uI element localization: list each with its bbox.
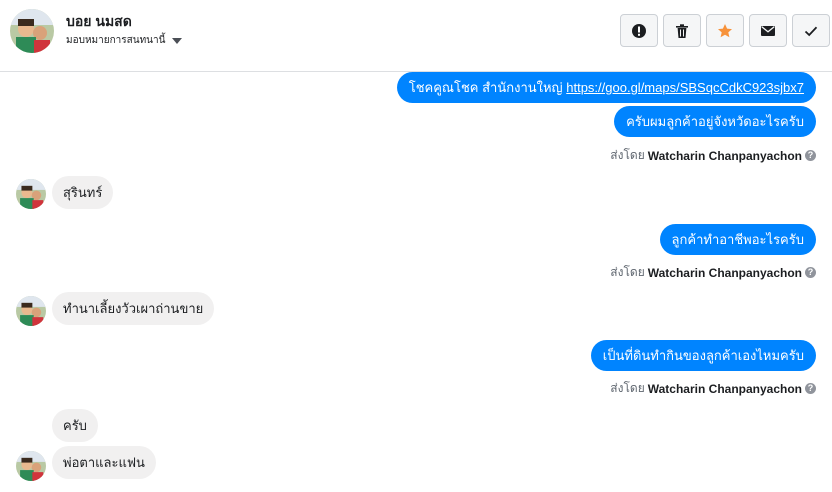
sent-by-label: ส่งโดย	[610, 265, 645, 279]
incoming-message: ทำนาเลี้ยงวัวเผาถ่านขาย	[52, 292, 215, 325]
message-text: ครับผมลูกค้าอยู่จังหวัดอะไรครับ	[626, 114, 804, 129]
mark-done-button[interactable]	[792, 14, 830, 47]
caret-down-icon	[172, 37, 183, 44]
contact-avatar[interactable]	[10, 9, 54, 53]
agent-name: Watcharin Chanpanyachon	[647, 381, 802, 396]
alert-icon	[632, 23, 646, 38]
outgoing-message: ครับผมลูกค้าอยู่จังหวัดอะไรครับ	[614, 106, 816, 137]
trash-icon	[676, 23, 688, 38]
assign-conversation-dropdown[interactable]: มอบหมายการสนทนานี้	[66, 33, 183, 48]
sent-by-label: ส่งโดย	[610, 148, 645, 162]
check-icon	[804, 26, 818, 36]
message-text: ลูกค้าทำอาชีพอะไรครับ	[671, 232, 804, 247]
assign-label: มอบหมายการสนทนานี้	[66, 35, 166, 46]
help-icon[interactable]: ?	[805, 383, 816, 394]
help-icon[interactable]: ?	[805, 150, 816, 161]
sent-by-line: ส่งโดย Watcharin Chanpanyachon ?	[610, 263, 816, 282]
sent-by-line: ส่งโดย Watcharin Chanpanyachon ?	[610, 379, 816, 398]
help-icon[interactable]: ?	[805, 267, 816, 278]
sent-by-line: ส่งโดย Watcharin Chanpanyachon ?	[610, 146, 816, 165]
sent-by-label: ส่งโดย	[610, 381, 645, 395]
mark-unread-button[interactable]	[749, 14, 787, 47]
agent-name: Watcharin Chanpanyachon	[647, 148, 802, 163]
incoming-message: ครับ	[52, 409, 98, 442]
message-text: ทำนาเลี้ยงวัวเผาถ่านขาย	[63, 301, 204, 316]
agent-name: Watcharin Chanpanyachon	[647, 265, 802, 280]
message-text: พ่อตาและแฟน	[63, 455, 145, 470]
contact-avatar-small	[16, 296, 46, 326]
message-thread[interactable]: โชคคูณโชค สำนักงานใหญ่ https://goo.gl/ma…	[0, 72, 832, 492]
message-text: ครับ	[63, 418, 87, 433]
outgoing-message: ลูกค้าทำอาชีพอะไรครับ	[659, 224, 816, 255]
message-text: โชคคูณโชค สำนักงานใหญ่	[408, 80, 567, 95]
contact-name: บอย นมสด	[66, 13, 132, 29]
spam-button[interactable]	[620, 14, 658, 47]
incoming-message: พ่อตาและแฟน	[52, 446, 156, 479]
delete-button[interactable]	[663, 14, 701, 47]
star-button[interactable]	[706, 14, 744, 47]
outgoing-message: เป็นที่ดินทำกินของลูกค้าเองไหมครับ	[590, 340, 816, 371]
outgoing-message: โชคคูณโชค สำนักงานใหญ่ https://goo.gl/ma…	[396, 72, 816, 103]
contact-avatar-small	[16, 451, 46, 481]
incoming-message: สุรินทร์	[52, 176, 114, 209]
map-link[interactable]: https://goo.gl/maps/SBSqcCdkC923sjbx7	[566, 80, 804, 95]
message-text: เป็นที่ดินทำกินของลูกค้าเองไหมครับ	[602, 348, 804, 363]
action-toolbar	[620, 14, 830, 47]
star-icon	[718, 23, 732, 37]
message-text: สุรินทร์	[63, 185, 103, 200]
envelope-icon	[761, 25, 775, 36]
contact-avatar-small	[16, 179, 46, 209]
conversation-header: บอย นมสด มอบหมายการสนทนานี้	[0, 0, 832, 72]
